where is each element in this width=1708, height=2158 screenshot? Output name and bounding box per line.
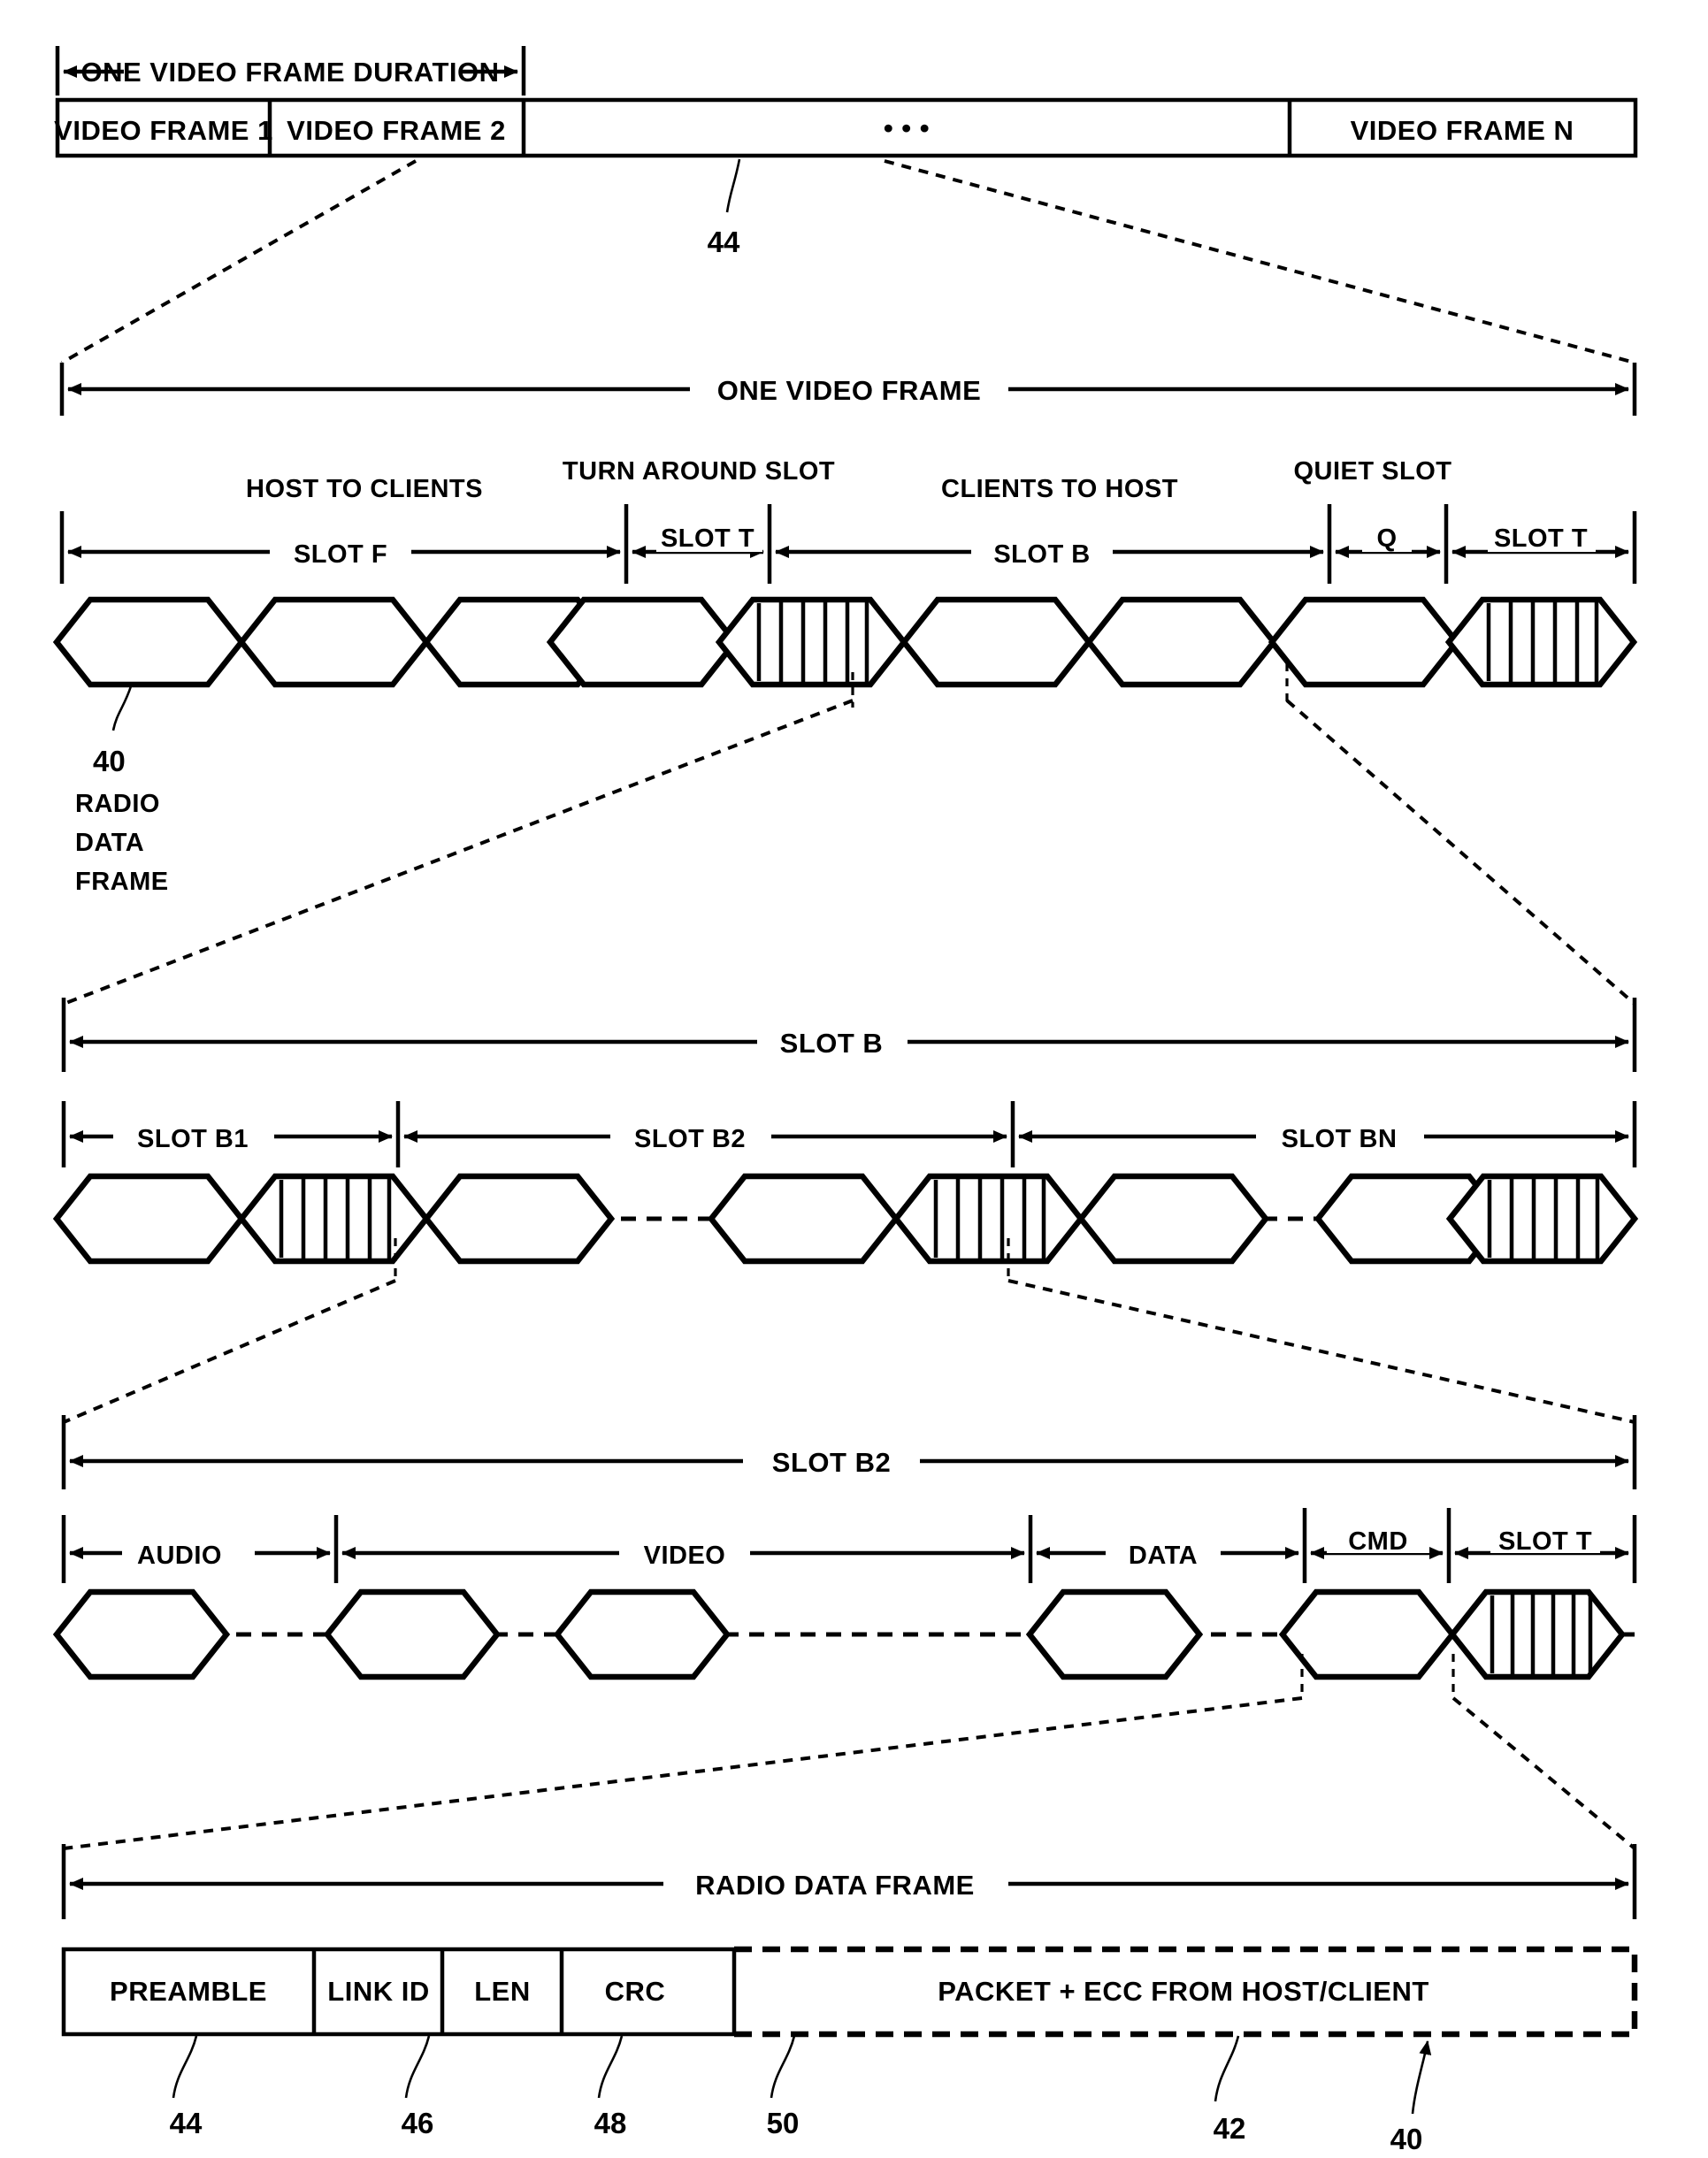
expand-leader-left-1 (61, 159, 417, 364)
callout-42-leader (1214, 2035, 1240, 2102)
expand-leader-left-3 (63, 1279, 396, 1424)
callout-44-level1: 44 (708, 226, 740, 258)
level3-radio-frame-chain (52, 1173, 1639, 1265)
level5-packet-ecc-label: PACKET + ECC FROM HOST/CLIENT (938, 1976, 1429, 2007)
level2-slot-b-label: SLOT B (993, 540, 1090, 569)
radio-data-frame-hex (52, 1173, 246, 1265)
radio-data-frame-hex (1076, 1173, 1270, 1265)
level3-slot-bn-label: SLOT BN (1282, 1125, 1398, 1153)
callout-46-linkid: 46 (402, 2107, 434, 2139)
radio-data-frame-hex (1084, 596, 1278, 688)
level3-slot-b1-label: SLOT B1 (137, 1125, 249, 1153)
expand-leader-right-1 (884, 159, 1635, 364)
callout-44-preamble: 44 (170, 2107, 203, 2139)
level4-radio-frame-chain (52, 1588, 1635, 1680)
radio-data-frame-hex (546, 596, 739, 688)
video-frame-hex (553, 1588, 731, 1680)
video-frame-hex (323, 1588, 502, 1680)
level2-group-turn-around-slot: TURN AROUND SLOT (563, 457, 835, 486)
callout-48-leader (597, 2035, 624, 2099)
expand-leader-right-2 (1285, 699, 1636, 1006)
turn-around-slot-hex (715, 596, 908, 688)
level2-group-clients-to-host: CLIENTS TO HOST (941, 475, 1178, 503)
callout-40-leader-level5 (1411, 2040, 1432, 2115)
callout-40-frame: 40 (1390, 2123, 1423, 2155)
level3-sub-slot-dimensions (61, 1101, 1637, 1167)
level5-preamble-label: PREAMBLE (110, 1976, 267, 2007)
level5-linkid-label: LINK ID (327, 1976, 429, 2007)
level3-dimension-label: SLOT B (780, 1028, 884, 1059)
turn-around-slot-hex (1448, 1588, 1627, 1680)
level1-frame-ellipsis-label: • • • (884, 112, 930, 143)
level4-dimension-label: SLOT B2 (772, 1447, 891, 1478)
callout-40-line-frame: FRAME (75, 868, 169, 896)
radio-data-frame-hex (1268, 596, 1461, 688)
level2-slot-q-label: Q (1376, 524, 1397, 553)
cmd-frame-hex (1278, 1588, 1457, 1680)
callout-46-leader (404, 2035, 431, 2099)
level1-dimension-label: ONE VIDEO FRAME DURATION (81, 57, 500, 88)
level2-dimension-label: ONE VIDEO FRAME (717, 375, 982, 406)
figure-canvas: ONE VIDEO FRAME DURATION VIDEO FRAME 1 V… (0, 0, 1708, 2158)
radio-data-frame-hex (707, 1173, 900, 1265)
audio-frame-hex (52, 1588, 231, 1680)
level5-len-label: LEN (474, 1976, 531, 2007)
callout-44-leader-level1 (725, 158, 741, 213)
level2-slot-f-label: SLOT F (294, 540, 387, 569)
level4-slot-t-label: SLOT T (1498, 1527, 1592, 1556)
radio-data-frame-hex (422, 1173, 616, 1265)
callout-44-leader-level5 (172, 2035, 198, 2099)
level1-frame-n-label: VIDEO FRAME N (1351, 115, 1574, 146)
expand-leader-right-3 (1007, 1279, 1635, 1424)
radio-data-frame-hex (900, 596, 1093, 688)
level2-group-host-to-clients: HOST TO CLIENTS (246, 475, 483, 503)
turn-around-slot-hex (237, 1173, 431, 1265)
radio-data-frame-hex (52, 596, 246, 688)
level5-crc-label: CRC (605, 1976, 666, 2007)
callout-40-level2: 40 (93, 745, 126, 777)
level1-frame-2-label: VIDEO FRAME 2 (287, 115, 506, 146)
turn-around-slot-hex (892, 1173, 1085, 1265)
radio-data-frame-hex (237, 596, 431, 688)
level4-cmd-label: CMD (1348, 1527, 1408, 1556)
level3-slot-b2-label: SLOT B2 (634, 1125, 746, 1153)
level5-dimension-label: RADIO DATA FRAME (695, 1870, 975, 1901)
level2-slot-t2-label: SLOT T (1494, 524, 1588, 553)
turn-around-slot-hex (1445, 1173, 1639, 1265)
level2-radio-frame-chain (52, 596, 1638, 688)
callout-50-crc: 50 (767, 2107, 800, 2139)
expand-leader-left-4 (63, 1696, 1303, 1850)
timing-diagram-svg: ONE VIDEO FRAME DURATION VIDEO FRAME 1 V… (0, 46, 1708, 2155)
expand-leader-left-2 (63, 699, 854, 1006)
level2-group-quiet-slot: QUIET SLOT (1294, 457, 1452, 486)
callout-40-line-data: DATA (75, 829, 144, 857)
level1-frame-1-label: VIDEO FRAME 1 (54, 115, 273, 146)
expand-leader-right-4 (1451, 1696, 1636, 1850)
callout-48-len: 48 (594, 2107, 627, 2139)
turn-around-slot-hex (1444, 596, 1638, 688)
callout-40-line-radio: RADIO (75, 790, 160, 818)
level4-video-label: VIDEO (644, 1542, 726, 1570)
level4-audio-label: AUDIO (137, 1542, 222, 1570)
data-frame-hex (1025, 1588, 1204, 1680)
level4-data-label: DATA (1129, 1542, 1198, 1570)
callout-50-leader (770, 2035, 796, 2099)
level2-slot-t1-label: SLOT T (661, 524, 754, 553)
callout-42-packet: 42 (1214, 2112, 1246, 2145)
